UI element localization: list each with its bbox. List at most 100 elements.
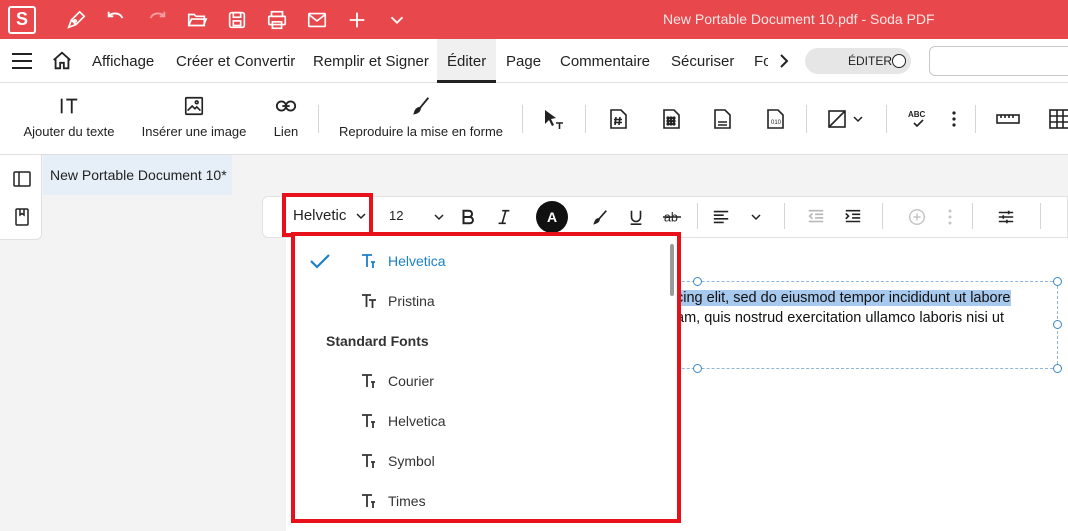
font-option-courier[interactable]: Courier [295, 360, 677, 400]
edit-ribbon: Ajouter du texte Insérer une image Lien … [0, 83, 1068, 155]
strikethrough-icon[interactable]: ab [661, 206, 683, 228]
menu-item-creer-convertir[interactable]: Créer et Convertir [176, 53, 295, 70]
ribbon-divider [975, 105, 976, 133]
truetype-font-icon [362, 294, 376, 308]
header-footer-icon[interactable] [710, 107, 734, 131]
standard-fonts-header: Standard Fonts [326, 333, 429, 349]
search-input[interactable] [929, 46, 1068, 76]
document-text-line[interactable]: cing elit, sed do eiusmod tempor incidid… [676, 290, 1011, 306]
font-size-select[interactable]: 12 [389, 208, 403, 223]
hamburger-menu-icon[interactable] [11, 52, 33, 70]
save-icon[interactable] [225, 8, 249, 32]
erase-shape-icon[interactable] [826, 107, 850, 131]
link-button[interactable]: Lien [265, 83, 307, 155]
binary-page-icon[interactable]: 010 [763, 107, 787, 131]
font-option-label: Symbol [388, 453, 435, 469]
menu-item-editer[interactable]: Éditer [447, 53, 486, 70]
settings-sliders-icon[interactable] [995, 206, 1017, 228]
increase-indent-icon[interactable] [842, 206, 864, 228]
font-option-label: Pristina [388, 293, 435, 309]
font-option-pristina[interactable]: Pristina [295, 280, 677, 320]
checkmark-icon [310, 254, 330, 269]
resize-handle[interactable] [1053, 364, 1062, 373]
plus-icon[interactable] [345, 8, 369, 32]
chevron-down-icon[interactable] [385, 8, 409, 32]
add-text-icon [60, 98, 78, 114]
font-type-icon [362, 254, 375, 268]
document-text-line[interactable]: am, quis nostrud exercitation ullamco la… [676, 310, 1004, 326]
page-dots-icon[interactable] [659, 107, 683, 131]
font-option-helvetica-recent[interactable]: Helvetica [295, 240, 677, 280]
text-color-button[interactable]: A [536, 201, 568, 233]
toolbar-divider [972, 203, 973, 229]
select-text-cursor-icon[interactable] [541, 107, 565, 131]
font-family-select[interactable]: Helvetic [282, 193, 373, 237]
insert-image-button[interactable]: Insérer une image [138, 83, 250, 155]
menu-item-commentaire[interactable]: Commentaire [560, 53, 650, 70]
toolbar-divider [882, 203, 883, 229]
menu-item-remplir-signer[interactable]: Remplir et Signer [313, 53, 429, 70]
undo-icon[interactable] [104, 8, 128, 32]
add-text-button[interactable]: Ajouter du texte [14, 83, 124, 155]
panel-toggle-icon[interactable] [12, 169, 32, 189]
font-option-label: Helvetica [388, 253, 446, 269]
font-type-icon [362, 494, 375, 508]
chevron-down-icon[interactable] [751, 212, 761, 222]
bates-numbering-icon[interactable] [606, 107, 630, 131]
toolbar-divider [784, 203, 785, 229]
more-options-icon [948, 209, 952, 225]
bold-icon[interactable] [457, 206, 479, 228]
decrease-indent-icon [805, 206, 827, 228]
edit-mode-label: ÉDITER [848, 54, 893, 68]
highlighter-icon[interactable] [589, 206, 611, 228]
chevron-right-icon[interactable] [776, 53, 792, 69]
menu-bar: Affichage Créer et Convertir Remplir et … [0, 39, 1068, 83]
grid-icon[interactable] [1048, 107, 1068, 131]
bookmark-icon[interactable] [12, 207, 32, 227]
resize-handle[interactable] [1053, 320, 1062, 329]
italic-icon[interactable] [493, 206, 515, 228]
font-dropdown-menu: Helvetica Pristina Standard Fonts Courie… [291, 232, 681, 523]
chevron-down-icon[interactable] [853, 114, 863, 124]
ribbon-divider [318, 105, 319, 133]
ribbon-divider [806, 105, 807, 133]
document-tab[interactable]: New Portable Document 10* [43, 155, 232, 195]
app-logo[interactable]: S [8, 5, 36, 34]
format-painter-label: Reproduire la mise en forme [338, 124, 504, 139]
font-option-times[interactable]: Times [295, 480, 677, 519]
font-type-icon [362, 374, 375, 388]
document-tab-label: New Portable Document 10* [50, 167, 227, 183]
link-icon [275, 100, 297, 112]
ribbon-divider [886, 105, 887, 133]
more-options-icon[interactable] [946, 109, 962, 129]
link-label: Lien [273, 124, 299, 139]
menu-item-affichage[interactable]: Affichage [92, 53, 154, 70]
edit-mode-toggle[interactable]: ÉDITER [805, 48, 911, 74]
resize-handle[interactable] [693, 277, 702, 286]
redo-icon [145, 8, 169, 32]
menu-item-truncated[interactable]: Fo [754, 53, 768, 70]
print-icon[interactable] [265, 8, 289, 32]
image-icon [184, 96, 204, 116]
font-family-value: Helvetic [293, 207, 347, 224]
menu-item-securiser[interactable]: Sécuriser [671, 53, 734, 70]
font-option-helvetica[interactable]: Helvetica [295, 400, 677, 440]
insert-image-label: Insérer une image [141, 124, 247, 139]
ruler-icon[interactable] [996, 107, 1020, 131]
font-type-icon [362, 454, 375, 468]
selected-text[interactable]: cing elit, sed do eiusmod tempor incidid… [676, 290, 1011, 306]
mail-icon[interactable] [305, 8, 329, 32]
underline-icon[interactable] [625, 206, 647, 228]
home-icon[interactable] [51, 50, 73, 72]
menu-item-page[interactable]: Page [506, 53, 541, 70]
open-folder-icon[interactable] [185, 8, 209, 32]
chevron-down-icon[interactable] [434, 212, 444, 222]
font-option-label: Courier [388, 373, 434, 389]
format-painter-button[interactable]: Reproduire la mise en forme [333, 83, 509, 155]
pen-icon[interactable] [64, 8, 88, 32]
resize-handle[interactable] [1053, 277, 1062, 286]
font-option-symbol[interactable]: Symbol [295, 440, 677, 480]
align-left-icon[interactable] [710, 206, 732, 228]
resize-handle[interactable] [693, 364, 702, 373]
spell-check-icon[interactable]: ABC [907, 107, 931, 131]
